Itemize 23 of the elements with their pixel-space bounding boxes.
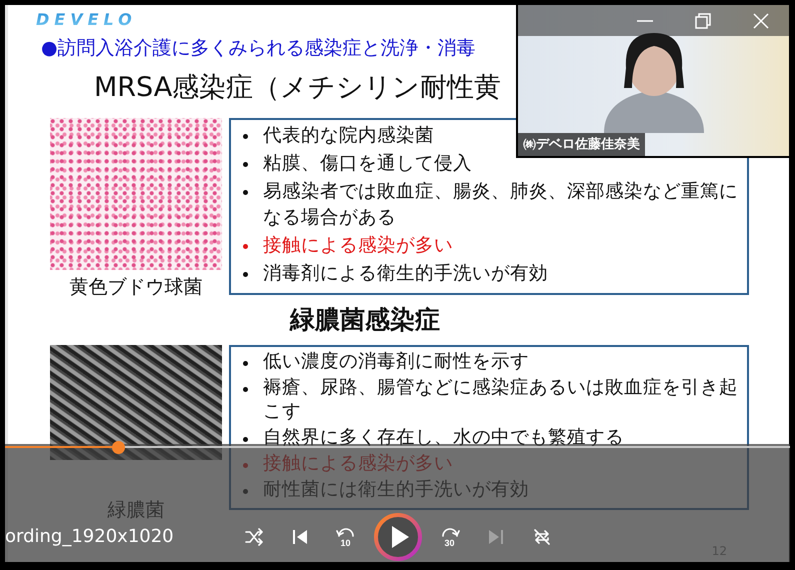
- speaker-name-label: ㈱デベロ佐藤佳奈美: [518, 133, 645, 156]
- rewind-icon: [336, 526, 356, 537]
- repeat-off-icon: [532, 527, 552, 547]
- image-caption: 緑膿菌: [108, 498, 164, 522]
- rewind-button[interactable]: 10: [328, 519, 364, 555]
- forward-icon: [440, 526, 460, 537]
- section-title: 緑膿菌感染症: [290, 304, 440, 336]
- bullet-point: 褥瘡、尿路、腸管などに感染症あるいは敗血症を引き起こす: [239, 376, 739, 424]
- play-icon: [374, 513, 422, 561]
- section-title: MRSA感染症（メチシリン耐性黄: [94, 71, 502, 105]
- forward-button[interactable]: 30: [432, 519, 468, 555]
- video-title: ording_1920x1020: [5, 525, 175, 549]
- minimize-icon: [637, 20, 653, 22]
- restore-icon: [695, 12, 711, 28]
- bullet-point: 接触による感染が多い: [239, 233, 739, 259]
- play-button[interactable]: [374, 513, 422, 561]
- shuffle-icon: [244, 527, 264, 547]
- bullet-point: 低い濃度の消毒剤に耐性を示す: [239, 350, 739, 374]
- bullet-point: 易感染者では敗血症、腸炎、肺炎、深部感染など重篤になる場合がある: [239, 179, 739, 231]
- close-icon: [753, 12, 769, 28]
- bullet-point: 消毒剤による衛生的手洗いが有効: [239, 261, 739, 287]
- slide-heading: ●訪問入浴介護に多くみられる感染症と洗浄・消毒: [41, 36, 476, 60]
- image-caption: 黄色ブドウ球菌: [70, 275, 202, 299]
